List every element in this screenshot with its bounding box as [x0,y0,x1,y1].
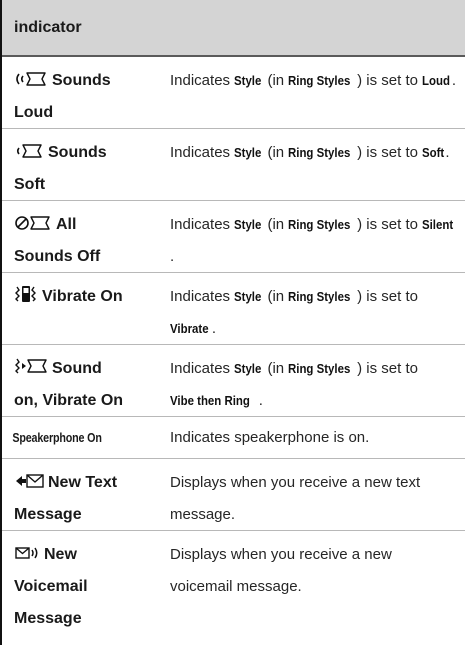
desc-text: . [258,392,263,409]
desc-text: ) is set to [357,216,423,233]
table-row: New Voicemail Message Displays when you … [2,531,465,645]
desc-keyword: Soft [422,145,445,160]
desc-keyword: Silent [422,217,454,232]
indicator-label-line2: Voicemail [14,578,88,595]
desc-text: . [451,72,457,89]
indicator-label-line2: on, Vibrate On [14,392,124,409]
indicator-label-line2: Message [14,506,82,523]
description-cell: Indicates Style (in Ring Styles ) is set … [150,57,465,128]
indicator-label-line3: Message [14,610,82,627]
desc-text: Indicates [170,288,235,305]
desc-text: Indicates [170,360,235,377]
desc-text: ) is set to [357,288,418,305]
desc-keyword: Ring Styles [288,217,351,232]
indicator-cell: Speakerphone On [2,417,129,458]
desc-keyword: Ring Styles [288,289,351,304]
indicator-cell: All Sounds Off [2,201,150,272]
desc-keyword: Vibe then Ring [170,393,250,408]
description-cell: Indicates Style (in Ring Styles ) is set … [150,201,465,272]
desc-text: ) is set to [357,144,423,161]
desc-keyword: Style [234,361,262,376]
desc-text: . [170,248,175,265]
vibrate-icon [14,285,38,303]
table-row: Sounds Soft Indicates Style (in Ring Sty… [2,129,465,201]
desc-keyword: Style [234,217,262,232]
new-text-message-icon [14,473,44,489]
desc-text: . [211,320,217,337]
sounds-off-icon [14,215,52,231]
table-row: Speakerphone On Indicates speakerphone i… [2,417,465,459]
header-title: indicator [14,18,82,36]
desc-text: (in [263,72,289,89]
table-row: New Text Message Displays when you recei… [2,459,465,531]
indicator-cell: New Voicemail Message [2,531,150,645]
desc-text: Displays when you receive a new voicemai… [170,546,392,595]
desc-keyword: Vibrate [170,321,209,336]
indicator-cell: Sound on, Vibrate On [2,345,150,416]
desc-text: Displays when you receive a new text mes… [170,474,421,523]
indicator-label-line1: Sounds [52,72,111,89]
desc-text: Indicates [170,72,235,89]
indicator-label-line2: Soft [14,176,46,193]
description-cell: Indicates Style (in Ring Styles ) is set … [150,345,465,416]
indicator-label-line1: Sound [52,360,102,377]
desc-keyword: Ring Styles [288,361,351,376]
indicator-cell: New Text Message [2,459,150,530]
indicator-label-line1: Sounds [48,144,107,161]
desc-keyword: Style [234,73,262,88]
desc-text: (in [263,216,289,233]
indicator-cell: Sounds Soft [2,129,150,200]
indicator-label-line1: Speakerphone On [12,431,102,445]
table-row: Vibrate On Indicates Style (in Ring Styl… [2,273,465,345]
table-row: Sound on, Vibrate On Indicates Style (in… [2,345,465,417]
desc-text: (in [263,288,289,305]
indicator-cell: Vibrate On [2,273,150,344]
desc-keyword: Style [234,145,262,160]
desc-keyword: Ring Styles [288,145,351,160]
desc-text: (in [263,360,289,377]
table-header: indicator [2,0,465,57]
desc-text: Indicates [170,216,235,233]
description-cell: Indicates Style (in Ring Styles ) is set … [150,129,465,200]
desc-text: ) is set to [357,360,418,377]
desc-keyword: Style [234,289,262,304]
desc-text: Indicates speakerphone is on. [170,429,370,446]
description-cell: Indicates Style (in Ring Styles ) is set … [150,273,465,344]
indicator-label-line2: Loud [14,104,54,121]
ring-soft-icon [14,143,44,159]
description-cell: Indicates speakerphone is on. [150,417,465,458]
desc-text: . [445,144,450,161]
indicator-label-line2: Sounds Off [14,248,101,265]
indicator-label-line1: All [56,216,77,233]
description-cell: Displays when you receive a new text mes… [150,459,465,530]
voicemail-icon [14,545,40,561]
indicator-label-line1: Vibrate On [42,288,123,305]
vibrate-then-ring-icon [14,357,48,375]
desc-keyword: Ring Styles [288,73,351,88]
description-cell: Displays when you receive a new voicemai… [150,531,465,645]
desc-keyword: Loud [422,73,451,88]
desc-text: Indicates [170,144,235,161]
table-row: Sounds Loud Indicates Style (in Ring Sty… [2,57,465,129]
indicator-cell: Sounds Loud [2,57,150,128]
desc-text: ) is set to [357,72,423,89]
ring-loud-icon [14,71,48,87]
table-row: All Sounds Off Indicates Style (in Ring … [2,201,465,273]
indicator-label-line1: New [44,546,77,563]
desc-text: (in [263,144,289,161]
indicator-label-line1: New Text [48,474,118,491]
indicator-table: indicator Sounds Loud Indicates Style (i… [2,0,465,645]
